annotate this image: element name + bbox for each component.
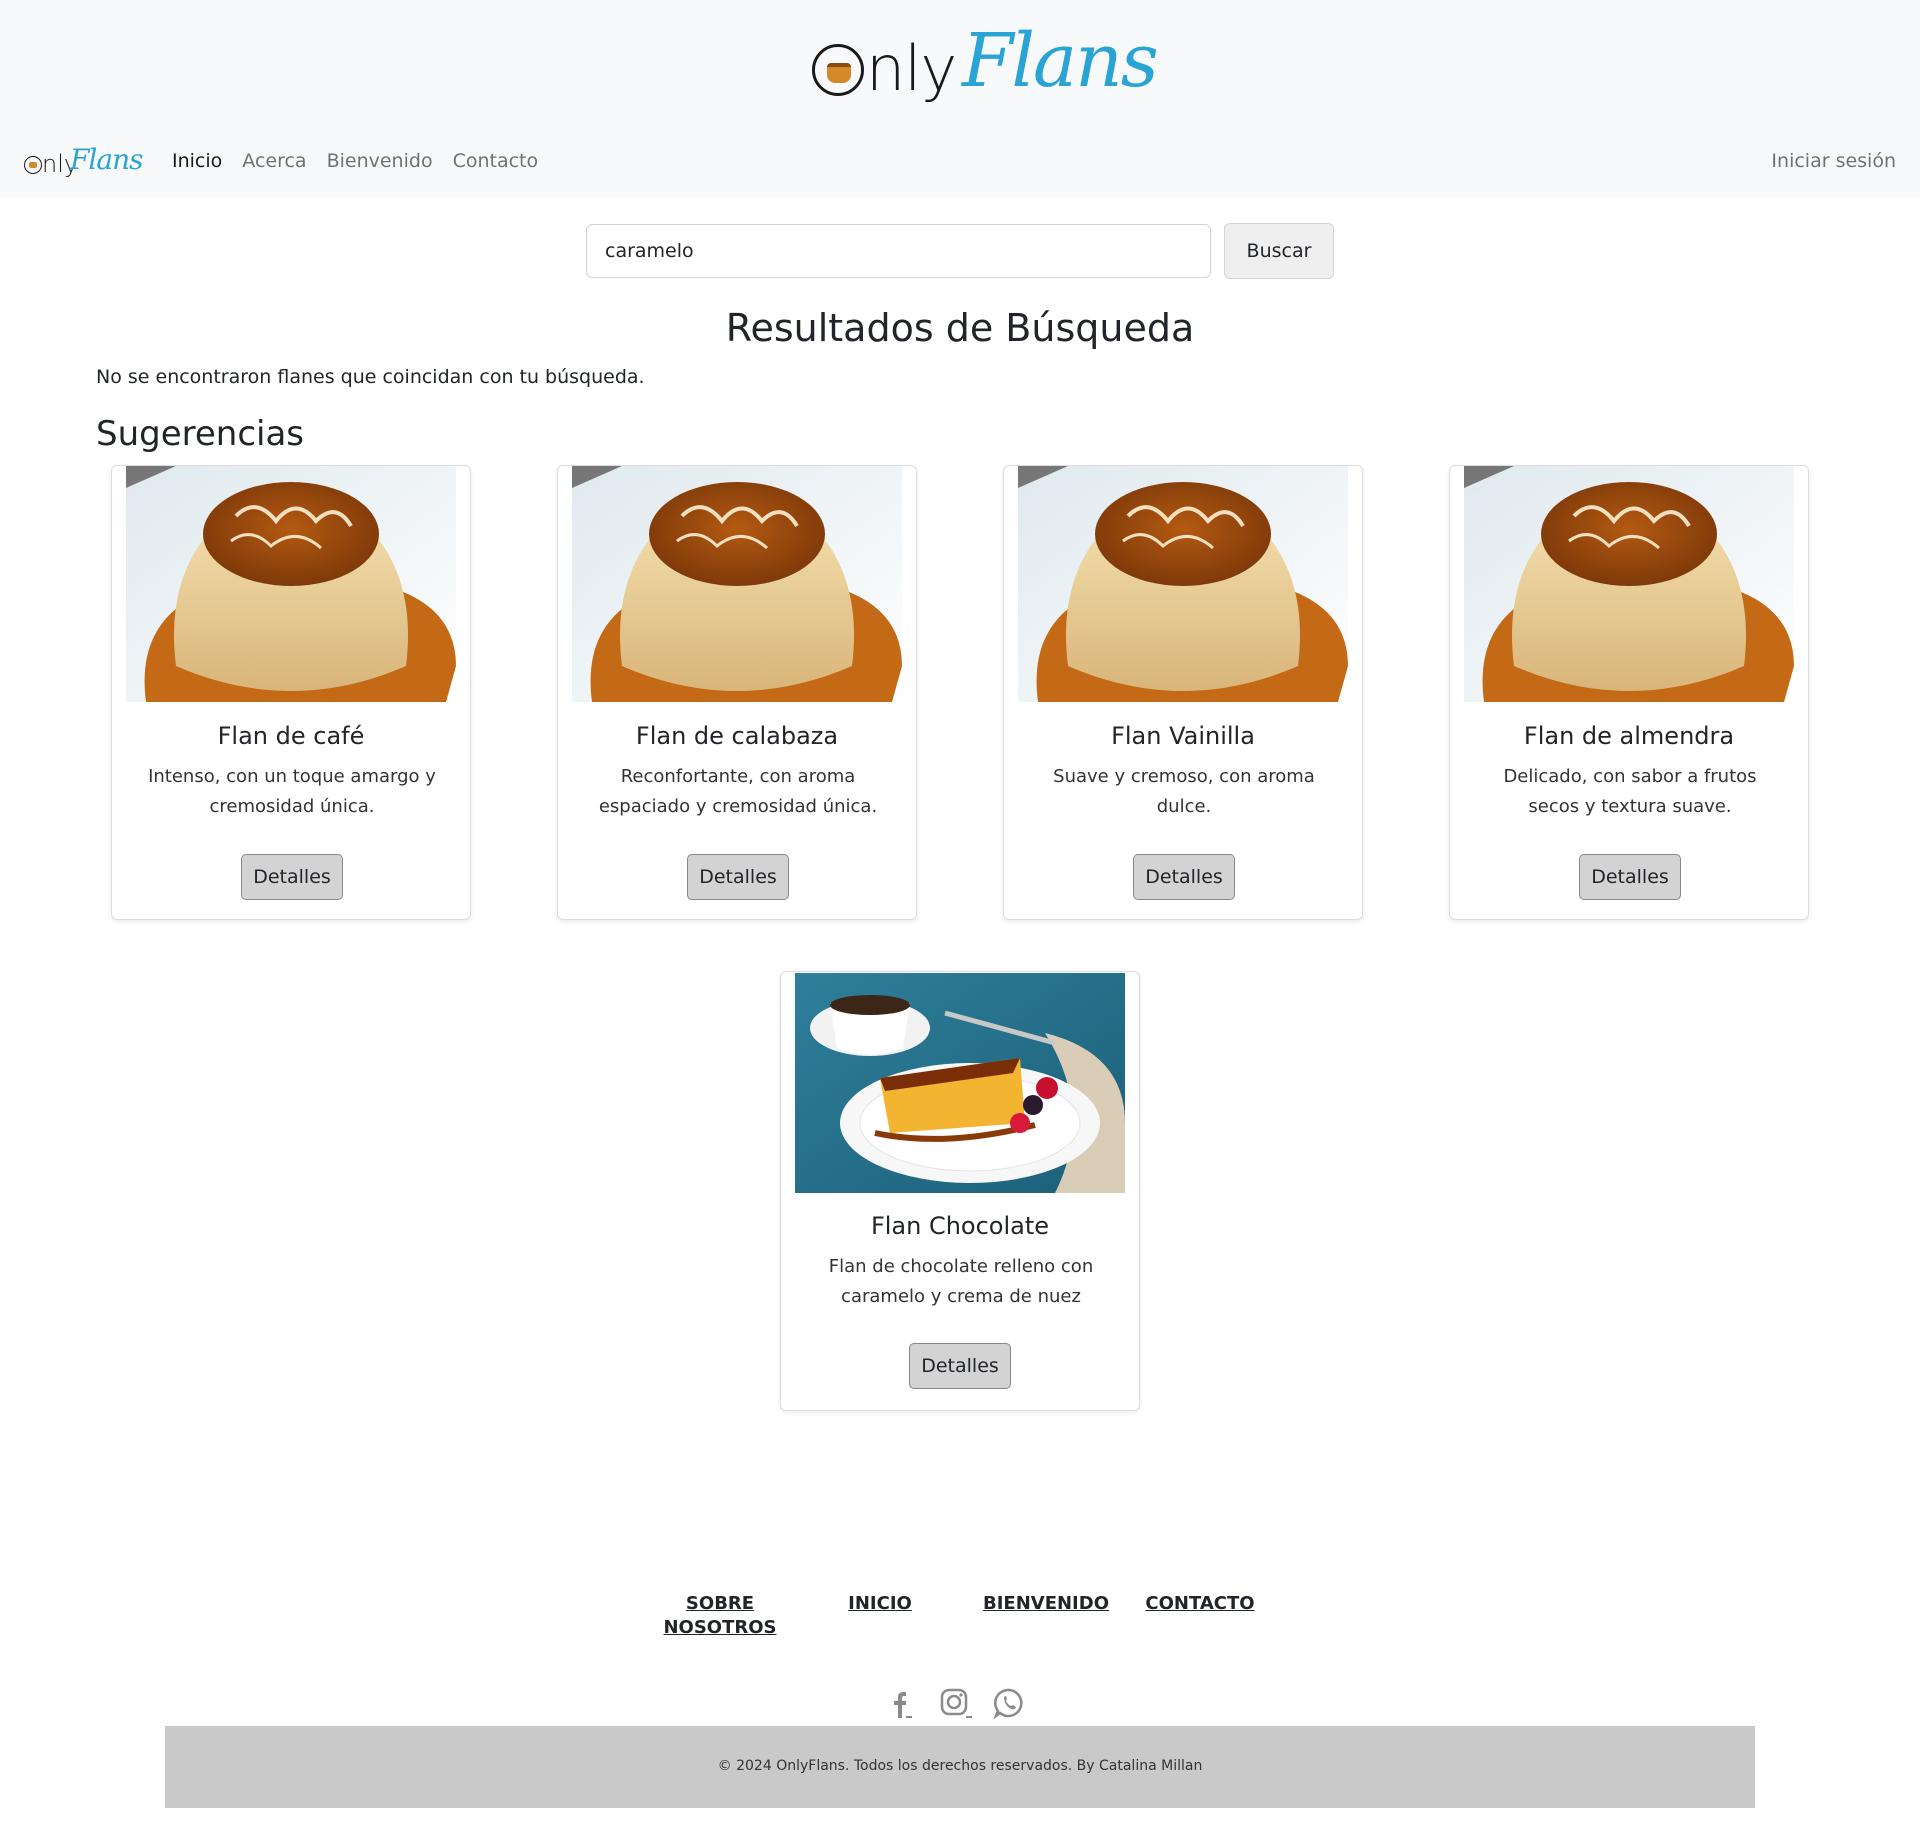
nav-links: Inicio Acerca Bienvenido Contacto <box>162 148 548 174</box>
flan-logo-icon <box>812 44 864 96</box>
flan-image <box>1464 466 1794 702</box>
nav-contacto[interactable]: Contacto <box>443 148 549 174</box>
card-description: Delicado, con sabor a frutos secos y tex… <box>1503 766 1757 817</box>
card-title: Flan Chocolate <box>870 1212 1050 1240</box>
navbar: nly Flans Inicio Acerca Bienvenido Conta… <box>0 140 1920 184</box>
card-title: Flan de calabaza <box>635 722 839 750</box>
details-button[interactable]: Detalles <box>1133 854 1235 900</box>
footer-link-bienvenido[interactable]: BIENVENIDO <box>980 1592 1112 1616</box>
footer-link-contacto[interactable]: CONTACTO <box>1144 1592 1256 1616</box>
flan-card: Flan de calabaza Reconfortante, con arom… <box>557 465 917 920</box>
navbar-logo[interactable]: nly Flans <box>24 146 143 178</box>
card-description: Flan de chocolate relleno con caramelo y… <box>828 1256 1094 1307</box>
whatsapp-icon[interactable] <box>992 1686 1026 1720</box>
logo-text-only: nly <box>866 32 957 105</box>
search-input[interactable] <box>586 224 1211 278</box>
details-button[interactable]: Detalles <box>909 1343 1011 1389</box>
card-title: Flan de café <box>217 722 365 750</box>
card-title: Flan Vainilla <box>1111 722 1255 750</box>
footer-link-sobre-nosotros[interactable]: SOBRE NOSOTROS <box>660 1592 780 1640</box>
social-links <box>880 1686 1040 1722</box>
flan-image <box>795 973 1125 1193</box>
suggestions-title: Sugerencias <box>96 414 305 454</box>
nav-inicio[interactable]: Inicio <box>162 148 232 174</box>
flan-card: Flan Chocolate Flan de chocolate relleno… <box>780 971 1140 1411</box>
card-title: Flan de almendra <box>1523 722 1735 750</box>
flan-card: Flan Vainilla Suave y cremoso, con aroma… <box>1003 465 1363 920</box>
results-title: Resultados de Búsqueda <box>725 306 1195 350</box>
details-button[interactable]: Detalles <box>241 854 343 900</box>
instagram-icon[interactable] <box>938 1686 972 1720</box>
logo-text-flans: Flans <box>962 18 1159 104</box>
nav-bienvenido[interactable]: Bienvenido <box>317 148 443 174</box>
no-results-message: No se encontraron flanes que coincidan c… <box>96 366 645 388</box>
login-link[interactable]: Iniciar sesión <box>1771 150 1896 172</box>
flan-logo-icon <box>24 156 42 174</box>
flan-image <box>1018 466 1348 702</box>
facebook-icon[interactable] <box>884 1686 918 1720</box>
flan-image <box>572 466 902 702</box>
copyright-text: © 2024 OnlyFlans. Todos los derechos res… <box>717 1758 1203 1774</box>
details-button[interactable]: Detalles <box>687 854 789 900</box>
copyright-band: © 2024 OnlyFlans. Todos los derechos res… <box>165 1726 1755 1808</box>
card-description: Suave y cremoso, con aroma dulce. <box>1053 766 1315 817</box>
flan-card: Flan de almendra Delicado, con sabor a f… <box>1449 465 1809 920</box>
flan-image <box>126 466 456 702</box>
flan-card: Flan de café Intenso, con un toque amarg… <box>111 465 471 920</box>
details-button[interactable]: Detalles <box>1579 854 1681 900</box>
card-description: Reconfortante, con aroma espaciado y cre… <box>598 766 878 817</box>
nav-acerca[interactable]: Acerca <box>232 148 316 174</box>
footer-link-inicio[interactable]: INICIO <box>830 1592 930 1616</box>
site-logo[interactable]: nly Flans <box>812 24 1159 112</box>
search-button[interactable]: Buscar <box>1224 223 1334 279</box>
card-description: Intenso, con un toque amargo y cremosida… <box>148 766 436 817</box>
